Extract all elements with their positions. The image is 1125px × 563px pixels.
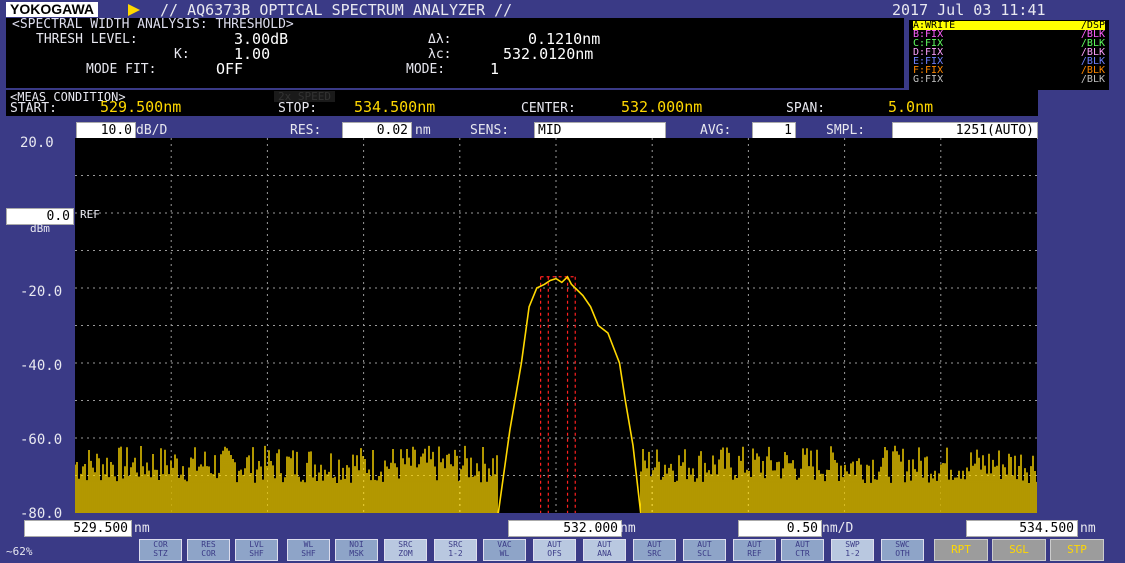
softkey-src-1-2[interactable]: SRC 1-2 bbox=[434, 539, 477, 561]
noise-floor-path bbox=[74, 445, 1038, 513]
brand-triangle-icon bbox=[128, 4, 140, 16]
softkey-res-cor[interactable]: RES COR bbox=[187, 539, 230, 561]
spectrum-plot[interactable]: REF bbox=[74, 138, 1038, 514]
center-wl-unit: nm bbox=[620, 521, 636, 536]
softkey-noi-msk[interactable]: NOI MSK bbox=[335, 539, 378, 561]
softkey-aut-ana[interactable]: AUT ANA bbox=[583, 539, 626, 561]
softkey-swc-oth[interactable]: SWC OTH bbox=[881, 539, 924, 561]
stop-value: 534.500nm bbox=[354, 98, 436, 116]
res-label: RES: bbox=[290, 123, 322, 138]
instrument-title: // AQ6373B OPTICAL SPECTRUM ANALYZER // bbox=[160, 1, 513, 19]
smpl-label: SMPL: bbox=[826, 123, 866, 138]
lambda-c-value: 532.0120nm bbox=[503, 45, 594, 63]
start-wl-field[interactable]: 529.500 bbox=[24, 520, 132, 537]
softkey-cor-stz[interactable]: COR STZ bbox=[139, 539, 182, 561]
mode-fit-value: OFF bbox=[216, 60, 244, 78]
y-tick-minus60: -60.0 bbox=[20, 432, 63, 448]
y-tick-top: 20.0 bbox=[20, 135, 54, 151]
mode-fit-label: MODE FIT: bbox=[86, 62, 157, 77]
smpl-field[interactable]: 1251(AUTO) bbox=[892, 122, 1038, 139]
stop-wl-field[interactable]: 534.500 bbox=[966, 520, 1078, 537]
softkey-swp-1-2[interactable]: SWP 1-2 bbox=[831, 539, 874, 561]
spectrum-trace bbox=[497, 275, 642, 514]
analysis-panel: <SPECTRAL WIDTH ANALYSIS: THRESHOLD> THR… bbox=[6, 18, 904, 88]
k-label: K: bbox=[174, 47, 190, 62]
y-tick-minus80: -80.0 bbox=[20, 506, 63, 522]
y-tick-minus40: -40.0 bbox=[20, 358, 63, 374]
stop-sweep-button[interactable]: STP bbox=[1050, 539, 1104, 561]
single-sweep-button[interactable]: SGL bbox=[992, 539, 1046, 561]
sens-field[interactable]: MID bbox=[534, 122, 666, 139]
start-value: 529.500nm bbox=[100, 98, 182, 116]
span-value: 5.0nm bbox=[888, 98, 934, 116]
softkey-aut-src[interactable]: AUT SRC bbox=[633, 539, 676, 561]
brand-logo: YOKOGAWA bbox=[6, 2, 99, 17]
softkey-src-zom[interactable]: SRC ZOM bbox=[384, 539, 427, 561]
softkey-aut-ctr[interactable]: AUT CTR bbox=[781, 539, 824, 561]
mode-label: MODE: bbox=[406, 62, 446, 77]
ref-marker-label: REF bbox=[80, 208, 100, 221]
stop-wl-unit: nm bbox=[1080, 521, 1096, 536]
scale-unit: dB/D bbox=[136, 123, 168, 138]
scale-field[interactable]: 10.0 bbox=[76, 122, 136, 139]
center-value: 532.000nm bbox=[621, 98, 703, 116]
softkey-vac-wl[interactable]: VAC WL bbox=[483, 539, 526, 561]
trace-legend: A:WRITE/DSP B:FIX/BLK C:FIX/BLK D:FIX/BL… bbox=[909, 20, 1109, 90]
res-unit: nm bbox=[415, 123, 431, 138]
softkey-aut-scl[interactable]: AUT SCL bbox=[683, 539, 726, 561]
delta-lambda-label: Δλ: bbox=[428, 32, 452, 47]
start-label: START: bbox=[10, 101, 57, 116]
spectrum-series-line bbox=[497, 275, 642, 514]
datetime: 2017 Jul 03 11:41 bbox=[892, 1, 1046, 19]
analyzer-screen: YOKOGAWA // AQ6373B OPTICAL SPECTRUM ANA… bbox=[0, 0, 1125, 563]
thresh-level-label: THRESH LEVEL: bbox=[36, 32, 138, 47]
lambda-c-label: λc: bbox=[428, 47, 452, 62]
softkey-aut-ofs[interactable]: AUT OFS bbox=[533, 539, 576, 561]
center-label: CENTER: bbox=[521, 101, 576, 116]
repeat-sweep-button[interactable]: RPT bbox=[934, 539, 988, 561]
meas-condition-panel: <MEAS CONDITION> 2x SPEED START: 529.500… bbox=[6, 90, 1038, 116]
y-tick-minus20: -20.0 bbox=[20, 284, 63, 300]
spectrum-svg: REF bbox=[74, 138, 1038, 514]
softkey-aut-ref[interactable]: AUT REF bbox=[733, 539, 776, 561]
span-label: SPAN: bbox=[786, 101, 826, 116]
mode-value: 1 bbox=[490, 60, 500, 78]
avg-label: AVG: bbox=[700, 123, 732, 138]
scale-x-unit: nm/D bbox=[822, 521, 854, 536]
res-field[interactable]: 0.02 bbox=[342, 122, 412, 139]
scale-x-field[interactable]: 0.50 bbox=[738, 520, 822, 537]
sens-label: SENS: bbox=[470, 123, 510, 138]
avg-field[interactable]: 1 bbox=[752, 122, 796, 139]
center-wl-field[interactable]: 532.000 bbox=[508, 520, 622, 537]
softkey-wl-shf[interactable]: WL SHF bbox=[287, 539, 330, 561]
noise-floor-trace bbox=[74, 445, 1038, 513]
start-wl-unit: nm bbox=[134, 521, 150, 536]
memory-status: ~62% bbox=[6, 545, 33, 558]
stop-label: STOP: bbox=[278, 101, 318, 116]
ref-unit: dBm bbox=[30, 222, 50, 235]
threshold-markers bbox=[540, 276, 576, 513]
softkey-lvl-shf[interactable]: LVL SHF bbox=[235, 539, 278, 561]
trace-g[interactable]: G:FIX/BLK bbox=[913, 75, 1105, 85]
